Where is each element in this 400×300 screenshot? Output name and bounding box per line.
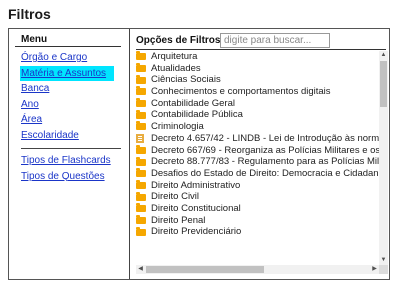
menu-item-banca[interactable]: Banca	[21, 81, 121, 97]
option-item[interactable]: Atualidades	[136, 63, 379, 75]
option-item-label: Arquitetura	[151, 51, 198, 62]
folder-icon	[136, 168, 146, 178]
folder-icon	[136, 144, 146, 154]
menu-item-escolaridade[interactable]: Escolaridade	[21, 128, 121, 144]
folder-icon	[136, 226, 146, 236]
option-item[interactable]: Direito Constitucional	[136, 203, 379, 215]
file-icon	[136, 134, 144, 144]
options-title: Opções de Filtros	[136, 35, 221, 46]
folder-icon	[136, 214, 146, 224]
scroll-left-icon[interactable]: ◀	[136, 265, 145, 274]
option-item-label: Ciências Sociais	[151, 74, 221, 86]
option-item-label: Desafios do Estado de Direito: Democraci…	[151, 167, 379, 179]
vertical-scroll-thumb[interactable]	[380, 61, 387, 107]
folder-icon	[136, 51, 146, 61]
option-item-label: Direito Administrativo	[151, 179, 241, 191]
option-item-label: Decreto 4.657/42 - LINDB - Lei de Introd…	[151, 132, 379, 144]
options-list-viewport: Arquitetura Atualidades Ciências Sociais Co…	[136, 51, 390, 277]
folder-icon	[136, 74, 146, 84]
menu-item-orgao-cargo[interactable]: Órgão e Cargo	[21, 50, 121, 66]
page-title: Filtros	[8, 6, 51, 22]
option-item-label: Direito Penal	[151, 214, 206, 226]
option-item-label: Contabilidade Pública	[151, 109, 243, 121]
vertical-scrollbar[interactable]: ▲ ▼	[379, 51, 388, 265]
option-item-label: Contabilidade Geral	[151, 97, 235, 109]
option-item[interactable]: Decreto 667/69 - Reorganiza as Polícias …	[136, 145, 379, 157]
folder-icon	[136, 121, 146, 131]
option-item[interactable]: Direito Penal	[136, 215, 379, 227]
scroll-right-icon[interactable]: ▶	[370, 265, 379, 274]
scrollbar-corner	[379, 265, 388, 274]
options-list: Arquitetura Atualidades Ciências Sociais Co…	[136, 51, 379, 265]
menu-list: Órgão e Cargo Matéria e Assuntos Banca A…	[15, 47, 121, 184]
menu-item-area[interactable]: Área	[21, 112, 121, 128]
menu-item-tipos-flashcards[interactable]: Tipos de Flashcards	[21, 153, 121, 169]
scroll-down-icon[interactable]: ▼	[379, 256, 388, 265]
folder-icon	[136, 86, 146, 96]
option-item-label: Conhecimentos e comportamentos digitais	[151, 86, 331, 98]
menu-title: Menu	[15, 33, 121, 47]
horizontal-scroll-thumb[interactable]	[146, 266, 264, 273]
option-item[interactable]: Direito Previdenciário	[136, 226, 379, 238]
menu-item-tipos-questoes[interactable]: Tipos de Questões	[21, 169, 121, 185]
option-item[interactable]: Decreto 88.777/83 - Regulamento para as …	[136, 156, 379, 168]
option-item-label: Direito Previdenciário	[151, 226, 242, 238]
option-item[interactable]: Desafios do Estado de Direito: Democraci…	[136, 168, 379, 180]
folder-icon	[136, 63, 146, 73]
filter-menu: Menu Órgão e Cargo Matéria e Assuntos Ba…	[15, 33, 121, 277]
option-item[interactable]: Ciências Sociais	[136, 74, 379, 86]
folder-icon	[136, 179, 146, 189]
option-item[interactable]: Direito Administrativo	[136, 180, 379, 192]
folder-icon	[136, 156, 146, 166]
horizontal-scrollbar[interactable]: ◀ ▶	[136, 265, 379, 274]
option-item[interactable]: Contabilidade Pública	[136, 109, 379, 121]
option-item[interactable]: Criminologia	[136, 121, 379, 133]
folder-icon	[136, 109, 146, 119]
option-item[interactable]: Direito Civil	[136, 191, 379, 203]
option-item-label: Decreto 667/69 - Reorganiza as Polícias …	[151, 144, 379, 156]
filter-options: Opções de Filtros ArquiteturaAtualidades…	[129, 29, 389, 279]
folder-icon	[136, 191, 146, 201]
menu-divider	[21, 148, 121, 149]
option-item-label: Criminologia	[151, 121, 204, 133]
options-header: Opções de Filtros	[136, 32, 386, 50]
option-item[interactable]: Arquitetura	[136, 51, 379, 63]
option-item-label: Direito Constitucional	[151, 202, 241, 214]
scroll-up-icon[interactable]: ▲	[379, 51, 388, 60]
option-item[interactable]: Conhecimentos e comportamentos digitais	[136, 86, 379, 98]
filter-panel: Menu Órgão e Cargo Matéria e Assuntos Ba…	[8, 28, 390, 280]
folder-icon	[136, 203, 146, 213]
search-input[interactable]	[220, 33, 330, 48]
option-item-label: Direito Civil	[151, 191, 200, 203]
menu-item-ano[interactable]: Ano	[21, 97, 121, 113]
folder-icon	[136, 98, 146, 108]
option-item[interactable]: Contabilidade Geral	[136, 98, 379, 110]
option-item[interactable]: Decreto 4.657/42 - LINDB - Lei de Introd…	[136, 133, 379, 145]
option-item-label: Decreto 88.777/83 - Regulamento para as …	[151, 156, 379, 168]
option-item-label: Atualidades	[151, 62, 201, 74]
menu-item-materia-assuntos[interactable]: Matéria e Assuntos	[20, 65, 114, 81]
